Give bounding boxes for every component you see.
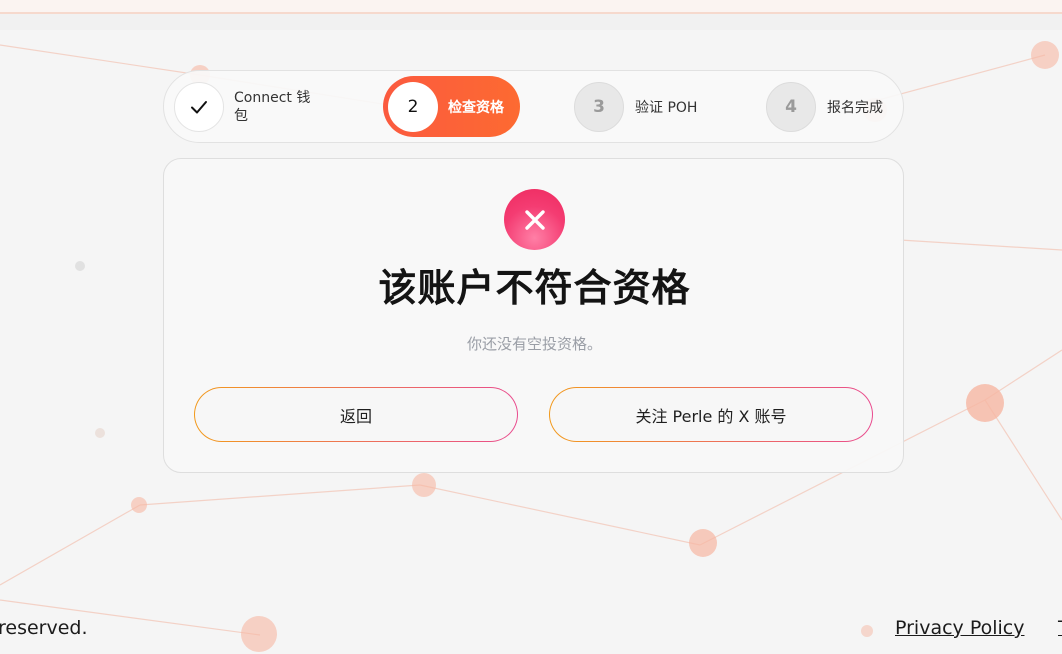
step-verify-poh: 3 验证 POH (574, 82, 697, 132)
eligibility-result-card: 该账户不符合资格 你还没有空投资格。 返回 关注 Perle 的 X 账号 (163, 158, 904, 473)
step-2-circle: 2 (388, 81, 438, 132)
step-2-label: 检查资格 (448, 99, 504, 116)
step-4-label: 报名完成 (827, 100, 883, 116)
step-registration-complete: 4 报名完成 (766, 82, 883, 132)
error-badge (504, 189, 565, 250)
close-icon (524, 209, 545, 230)
step-4-circle: 4 (766, 82, 816, 132)
back-button[interactable]: 返回 (194, 387, 518, 442)
follow-x-button-label: 关注 Perle 的 X 账号 (550, 388, 872, 441)
privacy-policy-link[interactable]: Privacy Policy (895, 617, 1024, 639)
step-3-circle: 3 (574, 82, 624, 132)
back-button-label: 返回 (195, 388, 517, 441)
card-title: 该账户不符合资格 (378, 266, 691, 310)
card-subtitle: 你还没有空投资格。 (466, 335, 602, 353)
step-3-label: 验证 POH (635, 100, 698, 116)
step-check-eligibility: 2 检查资格 (383, 76, 520, 137)
terms-link[interactable]: T (1058, 617, 1062, 639)
step-1-circle (174, 82, 224, 132)
stepper: Connect 钱包 2 检查资格 3 验证 POH 4 报名完成 (163, 70, 904, 143)
step-connect-wallet: Connect 钱包 (174, 82, 322, 132)
follow-x-button[interactable]: 关注 Perle 的 X 账号 (549, 387, 873, 442)
step-1-label: Connect 钱包 (234, 90, 311, 124)
check-icon (191, 101, 207, 114)
footer-rights-text: reserved. (0, 617, 88, 639)
